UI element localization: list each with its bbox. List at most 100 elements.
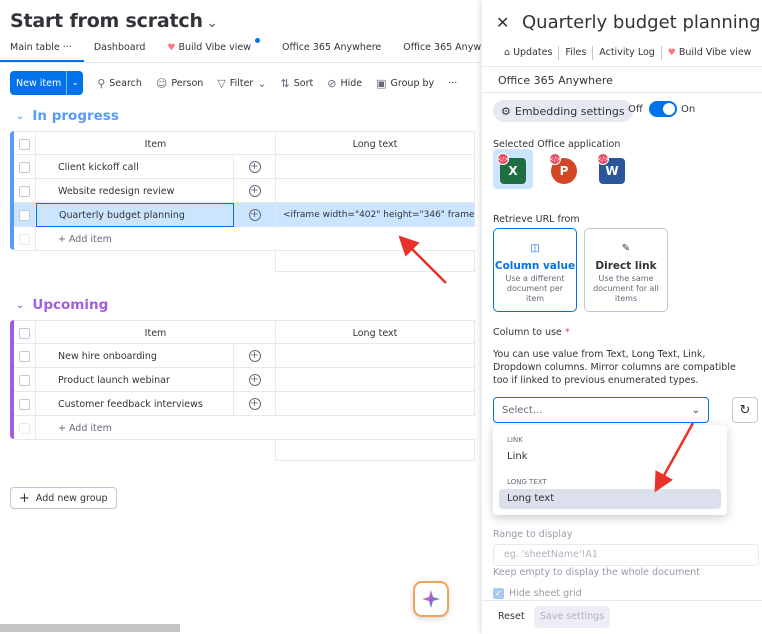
add-item-row[interactable]: + Add item [14,416,475,440]
filter-icon: ▽ [217,76,226,90]
tab-activity-log[interactable]: Activity Log [593,46,662,60]
ai-assistant-button[interactable] [413,581,449,617]
retrieve-url-label: Retrieve URL from [493,214,580,225]
long-text-cell[interactable] [276,344,475,368]
eye-off-icon: ⊘ [327,76,337,90]
add-update-button[interactable]: + [234,155,276,179]
person-icon: ☺ [155,76,168,90]
table-row[interactable]: Client kickoff call + [14,155,475,179]
embedding-toggle[interactable] [649,101,677,117]
new-item-button[interactable]: New item ⌄ [10,71,84,95]
column-header-item[interactable]: Item [36,132,276,156]
add-item-input[interactable]: + Add item [36,227,475,251]
select-all-checkbox[interactable] [14,321,36,345]
column-header-long-text[interactable]: Long text [276,132,475,156]
sort-button[interactable]: ⇅ Sort [281,77,314,90]
save-settings-button[interactable]: Save settings [534,606,611,628]
chevron-down-icon: ⌄ [691,404,700,416]
table-row-selected[interactable]: Quarterly budget planning + <iframe widt… [14,203,475,227]
reset-button[interactable]: Reset [498,611,525,622]
excel-icon[interactable]: X </> [493,149,533,189]
add-item-row[interactable]: + Add item [14,227,475,251]
tab-build-vibe-view[interactable]: ♥ Build Vibe view [662,46,758,60]
group-header-upcoming[interactable]: ⌄ Upcoming [16,297,108,313]
long-text-cell[interactable]: <iframe width="402" height="346" framebo… [276,203,475,227]
table-row[interactable]: New hire onboarding + [14,344,475,368]
long-text-cell[interactable] [276,392,475,416]
plus-circle-icon: + [248,398,261,410]
chevron-down-icon[interactable]: ⌄ [16,111,24,122]
panel-tabs: ⌂ Updates Files Activity Log ♥ Build Vibe… [498,46,757,60]
add-update-button[interactable]: + [234,179,276,203]
refresh-button[interactable]: ↻ [732,397,758,423]
add-update-button[interactable]: + [234,392,276,416]
chevron-down-icon[interactable]: ⌄ [67,78,83,88]
table-row[interactable]: Website redesign review + [14,179,475,203]
edit-icon: ✎ [621,243,631,254]
home-icon: ⌂ [504,47,514,58]
close-icon[interactable]: ✕ [496,13,509,32]
tab-updates[interactable]: ⌂ Updates [498,46,560,60]
plus-circle-icon: + [248,374,261,386]
add-update-button[interactable]: + [234,344,276,368]
long-text-cell[interactable] [276,179,475,203]
add-update-button[interactable]: + [234,368,276,392]
row-checkbox[interactable] [14,203,36,227]
add-new-group-button[interactable]: + Add new group [10,487,117,509]
row-checkbox [14,227,36,251]
long-text-cell[interactable] [276,368,475,392]
tab-main-table[interactable]: Main table ··· [0,40,84,62]
chevron-down-icon[interactable]: ⌄ [207,16,218,31]
option-long-text[interactable]: Long text [499,489,721,509]
filter-button[interactable]: ▽ Filter ⌄ [217,77,266,90]
hide-button[interactable]: ⊘ Hide [327,77,362,90]
group-icon: ▣ [376,76,387,90]
row-checkbox[interactable] [14,344,36,368]
group-header-in-progress[interactable]: ⌄ In progress [16,108,119,124]
horizontal-scrollbar[interactable] [0,624,180,632]
tab-build-vibe-view[interactable]: ♥ Build Vibe view [157,38,272,62]
item-name[interactable]: New hire onboarding [36,344,234,368]
item-name[interactable]: Client kickoff call [36,155,234,179]
item-name[interactable]: Product launch webinar [36,368,234,392]
item-name[interactable]: Website redesign review [36,179,234,203]
item-name[interactable]: Customer feedback interviews [36,392,234,416]
add-item-input[interactable]: + Add item [36,416,475,440]
select-all-checkbox[interactable] [14,132,36,156]
panel-title[interactable]: Quarterly budget planning [522,12,761,33]
column-value-card[interactable]: ◫ Column value Use a different document … [493,228,577,312]
row-checkbox[interactable] [14,368,36,392]
chevron-down-icon: ⌄ [257,76,267,90]
board-title[interactable]: Start from scratch ⌄ [10,10,218,32]
column-select-dropdown[interactable]: Select... ⌄ [493,397,709,423]
row-checkbox[interactable] [14,392,36,416]
person-filter-button[interactable]: ☺ Person [156,77,203,90]
refresh-icon: ↻ [739,402,751,418]
direct-link-card[interactable]: ✎ Direct link Use the same document for … [584,228,668,312]
item-name[interactable]: Quarterly budget planning [36,203,234,227]
chevron-down-icon[interactable]: ⌄ [16,300,24,311]
row-checkbox[interactable] [14,179,36,203]
tab-office365-anywhere[interactable]: Office 365 Anywhere [272,40,393,62]
hide-grid-checkbox[interactable]: ✓ Hide sheet grid [493,588,582,599]
group-by-button[interactable]: ▣ Group by [376,77,434,90]
search-button[interactable]: ⚲ Search [97,77,142,90]
option-link[interactable]: Link [499,447,721,467]
long-text-cell[interactable] [276,155,475,179]
column-to-use-label: Column to use * [493,327,570,338]
powerpoint-icon[interactable]: P </> [547,152,581,186]
range-input[interactable]: eg. 'sheetName'!A1 [493,544,759,566]
column-header-item[interactable]: Item [36,321,276,345]
table-row[interactable]: Customer feedback interviews + [14,392,475,416]
word-icon[interactable]: W </> [595,152,629,186]
embedding-settings-button[interactable]: ⚙ Embedding settings [493,100,633,122]
table-row[interactable]: Product launch webinar + [14,368,475,392]
item-detail-panel: ✕ Quarterly budget planning ⌂ Updates Fi… [482,0,762,634]
check-icon: ✓ [493,588,504,599]
add-update-button[interactable]: + [234,203,276,227]
column-header-long-text[interactable]: Long text [276,321,475,345]
tab-dashboard[interactable]: Dashboard [84,40,158,62]
more-options-button[interactable]: ··· [448,78,457,89]
tab-files[interactable]: Files [559,46,594,60]
row-checkbox[interactable] [14,155,36,179]
